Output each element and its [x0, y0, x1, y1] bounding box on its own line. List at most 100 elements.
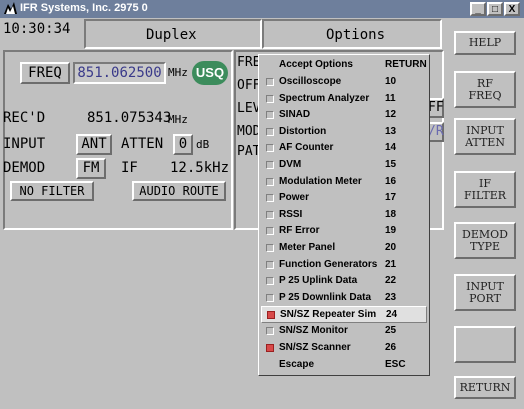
demod-type-button[interactable]: DEMOD TYPE [454, 222, 516, 259]
checkbox-icon[interactable] [266, 277, 274, 286]
menu-item[interactable]: DVM 15 [261, 157, 427, 174]
usq-indicator: USQ [192, 61, 228, 85]
menu-item[interactable]: Power 17 [261, 190, 427, 207]
return-button[interactable]: RETURN [454, 376, 516, 399]
checkbox-icon[interactable] [266, 293, 274, 302]
menu-item-label: RF Error [279, 225, 320, 237]
checkbox-icon[interactable] [266, 144, 274, 153]
menu-item[interactable]: SN/SZ Monitor 25 [261, 323, 427, 340]
menu-item-label: SN/SZ Repeater Sim [280, 309, 377, 321]
received-value: 851.075343 [87, 110, 172, 126]
menu-item[interactable]: P 25 Downlink Data 23 [261, 290, 427, 307]
menu-item-label: Distortion [279, 125, 327, 137]
atten-button[interactable]: 0 [173, 134, 193, 155]
freq-field[interactable]: 851.062500 [73, 62, 166, 84]
menu-item[interactable]: Modulation Meter 16 [261, 174, 427, 191]
received-label: REC'D [3, 110, 46, 126]
freq-button[interactable]: FREQ [20, 62, 70, 84]
checkbox-icon[interactable] [266, 94, 274, 103]
menu-item[interactable]: SN/SZ Repeater Sim 24 [261, 306, 427, 324]
menu-item-label: P 25 Uplink Data [279, 275, 358, 287]
checkbox-icon[interactable] [266, 194, 274, 203]
menu-item[interactable]: SN/SZ Scanner 26 [261, 340, 427, 357]
menu-item-label: Modulation Meter [279, 175, 362, 187]
checkbox-icon[interactable] [266, 161, 274, 169]
menu-item-key: 18 [385, 208, 397, 220]
menu-item-key: 15 [385, 159, 397, 170]
audio-route-button[interactable]: AUDIO ROUTE [132, 181, 226, 201]
input-ant-button[interactable]: ANT [76, 134, 112, 155]
checkbox-icon[interactable] [266, 111, 274, 120]
menu-item[interactable]: Distortion 13 [261, 124, 427, 141]
menu-item[interactable]: Spectrum Analyzer 11 [261, 91, 427, 108]
middle-label-pat: PAT [237, 144, 261, 159]
received-unit: MHz [168, 113, 188, 126]
maximize-button[interactable]: □ [487, 2, 503, 16]
input-port-button[interactable]: INPUT PORT [454, 274, 516, 311]
checkbox-icon[interactable] [266, 343, 274, 352]
mode-label: Duplex [146, 27, 197, 43]
menu-item-key: 22 [385, 275, 397, 287]
menu-item-key: 14 [385, 142, 397, 154]
checkbox-icon[interactable] [266, 244, 274, 252]
menu-item-key: 20 [385, 242, 397, 253]
menu-item[interactable]: AF Counter 14 [261, 140, 427, 157]
menu-item-key: 12 [385, 109, 397, 121]
blank-soft-button[interactable] [454, 326, 516, 363]
demod-label: DEMOD [3, 160, 46, 176]
checkbox-icon[interactable] [267, 311, 275, 320]
menu-item-key: 16 [385, 175, 397, 187]
close-button[interactable]: X [504, 2, 520, 16]
window-title: IFR Systems, Inc. 2975 0 [20, 2, 148, 14]
menu-item[interactable]: Oscilloscope 10 [261, 74, 427, 91]
checkbox-icon[interactable] [266, 327, 274, 335]
demod-fm-button[interactable]: FM [76, 158, 106, 179]
mode-panel: Duplex [84, 19, 262, 49]
help-button[interactable]: HELP [454, 31, 516, 55]
rf-freq-button[interactable]: RF FREQ [454, 71, 516, 108]
atten-label: ATTEN [121, 136, 164, 152]
menu-item-label: RSSI [279, 208, 303, 220]
checkbox-icon[interactable] [266, 210, 274, 219]
menu-item-label: AF Counter [279, 142, 334, 154]
options-panel[interactable]: Options [262, 19, 442, 49]
menu-item-label: Spectrum Analyzer [279, 92, 370, 104]
menu-item[interactable]: RF Error 19 [261, 223, 427, 240]
menu-item[interactable]: Meter Panel 20 [261, 240, 427, 257]
menu-item-label: DVM [279, 159, 302, 170]
checkbox-icon[interactable] [266, 177, 274, 186]
checkbox-icon[interactable] [266, 260, 274, 269]
menu-item[interactable]: RSSI 18 [261, 207, 427, 224]
menu-item[interactable]: Function Generators 21 [261, 257, 427, 274]
if-label: IF [121, 160, 138, 176]
menu-item-key: 19 [385, 225, 397, 237]
ifr-logo-icon [4, 2, 17, 14]
checkbox-icon[interactable] [266, 78, 274, 86]
input-atten-button[interactable]: INPUT ATTEN [454, 118, 516, 155]
menu-accept-options[interactable]: Accept Options RETURN [261, 57, 427, 74]
menu-item-label: SN/SZ Monitor [279, 325, 348, 336]
menu-item-key: 26 [385, 341, 397, 353]
freq-unit: MHz [168, 66, 188, 79]
menu-item[interactable]: P 25 Uplink Data 22 [261, 273, 427, 290]
menu-escape[interactable]: Escape ESC [261, 357, 427, 374]
menu-item-key: 10 [385, 76, 397, 87]
checkbox-icon[interactable] [266, 227, 274, 236]
no-filter-button[interactable]: NO FILTER [10, 181, 94, 201]
menu-item-key: 23 [385, 291, 397, 303]
checkbox-icon[interactable] [266, 127, 274, 136]
atten-unit: dB [196, 138, 210, 151]
menu-item-label: Meter Panel [279, 242, 336, 253]
middle-label-off: OFF [237, 78, 261, 93]
options-menu: Accept Options RETURN Oscilloscope 10 Spec… [258, 54, 430, 376]
if-filter-button[interactable]: IF FILTER [454, 171, 516, 208]
options-label: Options [326, 27, 386, 43]
menu-item-key: 21 [385, 258, 397, 270]
clock-display: 10:30:34 [3, 21, 71, 37]
menu-item-label: Oscilloscope [279, 76, 342, 87]
menu-item[interactable]: SINAD 12 [261, 107, 427, 124]
if-value: 12.5kHz [170, 160, 230, 176]
menu-item-key: 24 [386, 309, 398, 321]
minimize-button[interactable]: _ [470, 2, 486, 16]
menu-item-key: 13 [385, 125, 397, 137]
